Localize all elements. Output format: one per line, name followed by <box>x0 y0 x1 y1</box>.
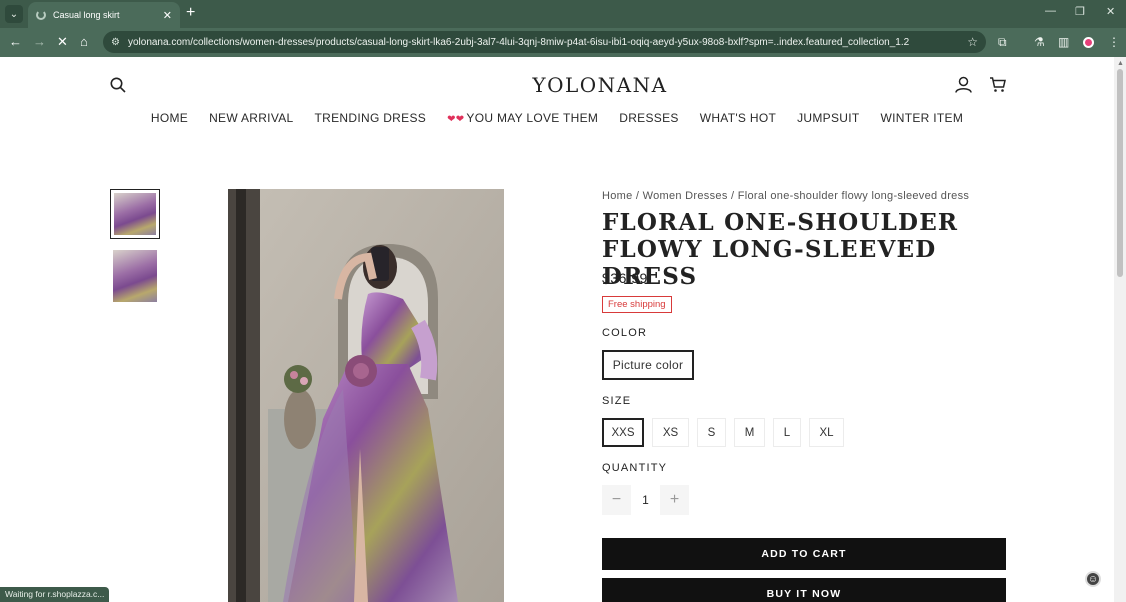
back-icon[interactable]: ← <box>9 34 22 50</box>
size-options: XXS XS S M L XL <box>602 418 844 447</box>
account-icon[interactable] <box>955 76 972 93</box>
browser-tab[interactable]: Casual long skirt ✕ <box>28 2 180 28</box>
bookmark-star-icon[interactable]: ☆ <box>967 35 978 49</box>
page-scrollbar[interactable]: ▲ <box>1114 57 1126 602</box>
address-bar[interactable]: ⚙ yolonana.com/collections/women-dresses… <box>103 31 986 53</box>
status-bar: Waiting for r.shoplazza.c... <box>0 587 110 602</box>
size-option-s[interactable]: S <box>697 418 726 447</box>
forward-icon[interactable]: → <box>33 34 46 50</box>
chat-support-icon[interactable]: ☺ <box>1085 571 1101 587</box>
size-option-xl[interactable]: XL <box>809 418 844 447</box>
tab-close-icon[interactable]: ✕ <box>163 9 172 22</box>
menu-item-winter-item[interactable]: WINTER ITEM <box>881 111 964 125</box>
page-content: YOLONANA HOME NEW ARRIVAL TRENDING DRESS… <box>0 57 1114 602</box>
free-shipping-badge: Free shipping <box>602 296 672 313</box>
main-menu: HOME NEW ARRIVAL TRENDING DRESS ❤❤ YOU MA… <box>0 111 1114 125</box>
menu-item-you-may-love-them[interactable]: ❤❤ YOU MAY LOVE THEM <box>447 111 598 125</box>
scrollbar-thumb[interactable] <box>1117 69 1123 277</box>
product-title: FLORAL ONE-SHOULDER FLOWY LONG-SLEEVED D… <box>602 209 959 290</box>
hearts-icon: ❤❤ <box>447 114 465 125</box>
breadcrumb-separator: / <box>635 190 640 202</box>
cart-icon[interactable] <box>989 76 1006 93</box>
extensions-icon[interactable]: ⧉ <box>998 35 1007 49</box>
size-option-m[interactable]: M <box>734 418 765 447</box>
new-tab-icon[interactable]: + <box>186 4 195 22</box>
size-option-l[interactable]: L <box>773 418 801 447</box>
menu-item-whats-hot[interactable]: WHAT'S HOT <box>700 111 776 125</box>
home-icon[interactable]: ⌂ <box>80 34 88 50</box>
quantity-input[interactable]: 1 <box>631 485 660 515</box>
window-close-icon[interactable]: ✕ <box>1106 5 1115 18</box>
loading-spinner-icon <box>36 10 46 20</box>
product-price: $36.99 <box>602 270 648 286</box>
profile-avatar[interactable] <box>1083 37 1094 48</box>
tab-search-chevron-icon[interactable]: ⌄ <box>5 5 23 23</box>
size-option-xs[interactable]: XS <box>652 418 689 447</box>
add-to-cart-button[interactable]: ADD TO CART <box>602 538 1006 570</box>
site-info-icon[interactable]: ⚙ <box>111 37 120 48</box>
stop-loading-icon[interactable]: ✕ <box>57 34 68 50</box>
site-logo[interactable]: YOLONANA <box>0 73 1114 97</box>
breadcrumb-women-dresses[interactable]: Women Dresses <box>643 190 728 202</box>
product-thumbnail[interactable] <box>110 189 160 239</box>
breadcrumb-separator: / <box>730 190 735 202</box>
buy-it-now-button[interactable]: BUY IT NOW <box>602 578 1006 602</box>
menu-item-jumpsuit[interactable]: JUMPSUIT <box>797 111 859 125</box>
menu-item-label: YOU MAY LOVE THEM <box>466 111 599 125</box>
minimize-icon[interactable]: — <box>1045 5 1056 17</box>
menu-item-new-arrival[interactable]: NEW ARRIVAL <box>209 111 293 125</box>
lab-icon[interactable]: ⚗ <box>1034 35 1045 49</box>
product-thumbnail[interactable] <box>113 250 157 302</box>
tab-title: Casual long skirt <box>53 10 120 20</box>
size-option-xxs[interactable]: XXS <box>602 418 644 447</box>
menu-kebab-icon[interactable]: ⋮ <box>1108 35 1120 49</box>
size-label: SIZE <box>602 395 632 407</box>
menu-item-dresses[interactable]: DRESSES <box>619 111 678 125</box>
side-panel-icon[interactable]: ▥ <box>1058 35 1069 49</box>
quantity-decrease-button[interactable]: − <box>602 485 631 515</box>
restore-icon[interactable]: ❐ <box>1075 5 1085 18</box>
browser-tab-strip: ⌄ Casual long skirt ✕ + — ❐ ✕ <box>0 0 1126 28</box>
breadcrumb-current: Floral one-shoulder flowy long-sleeved d… <box>737 190 970 202</box>
quantity-label: QUANTITY <box>602 462 668 474</box>
product-main-image[interactable] <box>228 189 504 602</box>
color-label: COLOR <box>602 327 648 339</box>
color-option-picture-color[interactable]: Picture color <box>602 350 694 380</box>
scroll-up-icon[interactable]: ▲ <box>1117 60 1124 67</box>
breadcrumb: Home / Women Dresses / Floral one-should… <box>602 190 969 202</box>
url-text: yolonana.com/collections/women-dresses/p… <box>127 36 910 48</box>
quantity-stepper: − 1 + <box>602 485 689 515</box>
breadcrumb-home[interactable]: Home <box>602 190 633 202</box>
browser-toolbar: ← → ✕ ⌂ ⚙ yolonana.com/collections/women… <box>0 28 1126 57</box>
quantity-increase-button[interactable]: + <box>660 485 689 515</box>
menu-item-home[interactable]: HOME <box>151 111 188 125</box>
menu-item-trending-dress[interactable]: TRENDING DRESS <box>315 111 427 125</box>
